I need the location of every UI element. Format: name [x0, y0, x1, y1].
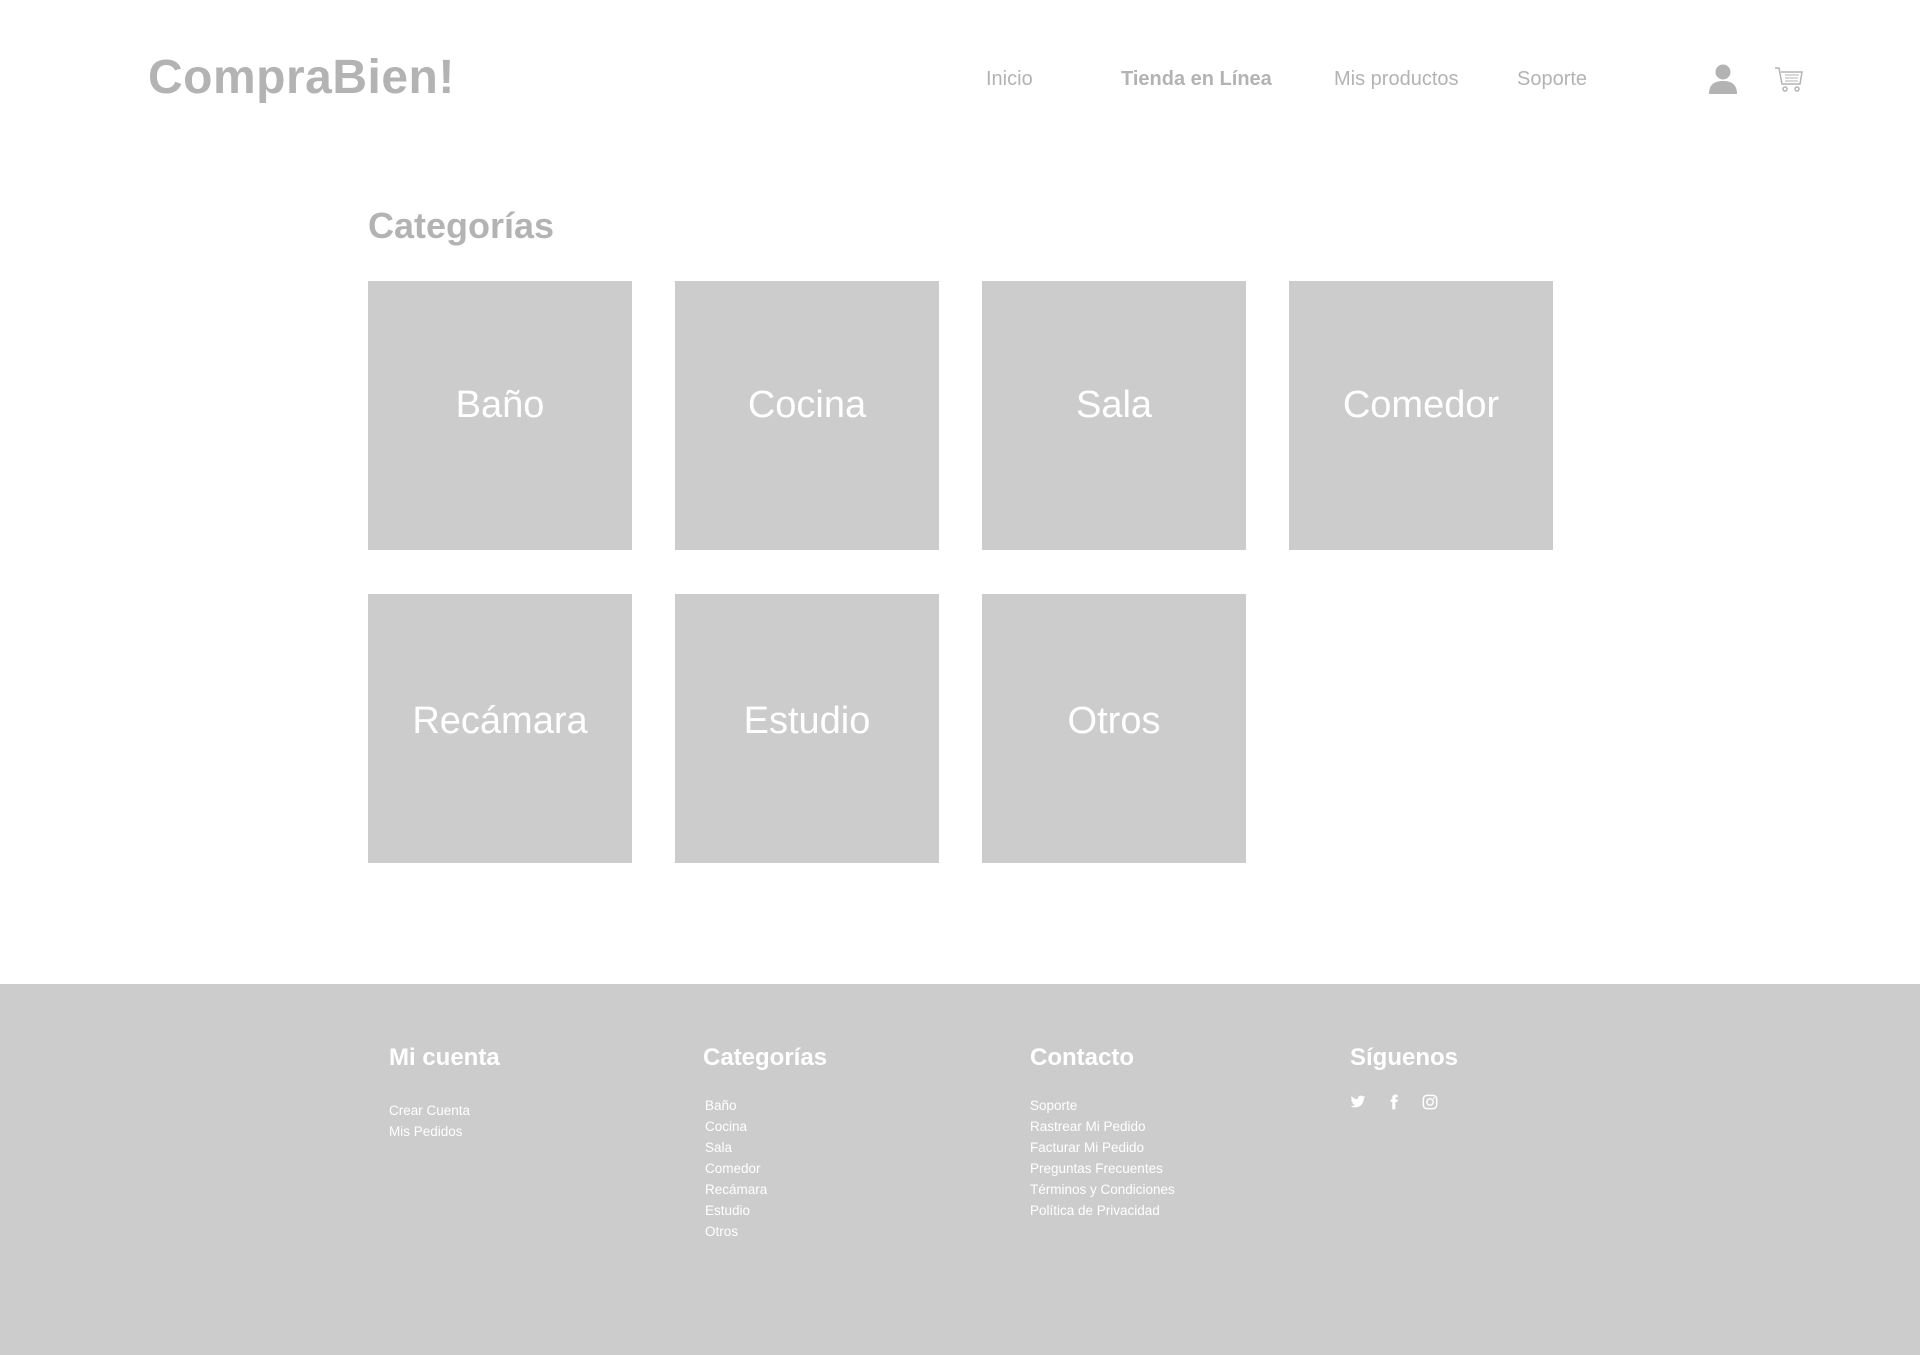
page: CompraBien! Inicio Tienda en Línea Mis p…	[0, 0, 1920, 1355]
footer-link-soporte[interactable]: Soporte	[1030, 1095, 1175, 1116]
category-label: Cocina	[747, 384, 867, 426]
instagram-icon[interactable]	[1422, 1094, 1438, 1110]
footer-contact: Contacto Soporte Rastrear Mi Pedido Fact…	[1030, 1044, 1175, 1221]
footer-link-recamara[interactable]: Recámara	[705, 1179, 827, 1200]
category-tile-bano[interactable]: Baño	[368, 281, 632, 550]
category-tile-otros[interactable]: Otros	[982, 594, 1246, 863]
social-icons	[1350, 1094, 1458, 1110]
footer-link-cocina[interactable]: Cocina	[705, 1116, 827, 1137]
category-label: Sala	[1075, 384, 1153, 426]
footer-link-bano[interactable]: Baño	[705, 1095, 827, 1116]
footer-heading-categories: Categorías	[703, 1044, 828, 1071]
logo[interactable]: CompraBien!	[148, 50, 455, 105]
page-title: Categorías	[368, 205, 555, 246]
category-tile-comedor[interactable]: Comedor	[1289, 281, 1553, 550]
category-label: Recámara	[412, 700, 588, 742]
category-label: Comedor	[1342, 384, 1500, 426]
footer-link-preguntas-frecuentes[interactable]: Preguntas Frecuentes	[1030, 1158, 1175, 1179]
footer-social: Síguenos	[1350, 1044, 1458, 1110]
category-tile-sala[interactable]: Sala	[982, 281, 1246, 550]
category-tile-estudio[interactable]: Estudio	[675, 594, 939, 863]
nav-soporte[interactable]: Soporte	[1517, 68, 1587, 91]
footer-link-comedor[interactable]: Comedor	[705, 1158, 827, 1179]
category-label: Otros	[1067, 700, 1161, 742]
footer-link-otros[interactable]: Otros	[705, 1221, 827, 1242]
category-label: Baño	[455, 384, 545, 426]
category-tile-cocina[interactable]: Cocina	[675, 281, 939, 550]
twitter-icon[interactable]	[1350, 1094, 1366, 1110]
nav-tienda-en-linea[interactable]: Tienda en Línea	[1121, 68, 1272, 91]
footer-heading-contact: Contacto	[1030, 1044, 1134, 1071]
footer-link-mis-pedidos[interactable]: Mis Pedidos	[389, 1121, 500, 1142]
footer-link-terminos[interactable]: Términos y Condiciones	[1030, 1179, 1175, 1200]
nav-inicio[interactable]: Inicio	[986, 68, 1033, 91]
footer: Mi cuenta Crear Cuenta Mis Pedidos Categ…	[0, 984, 1920, 1355]
footer-categories: Categorías Baño Cocina Sala Comedor Recá…	[703, 1044, 827, 1242]
footer-link-facturar-pedido[interactable]: Facturar Mi Pedido	[1030, 1137, 1175, 1158]
footer-link-privacidad[interactable]: Política de Privacidad	[1030, 1200, 1175, 1221]
nav-mis-productos[interactable]: Mis productos	[1334, 68, 1459, 91]
category-label: Estudio	[743, 700, 871, 742]
footer-link-rastrear-pedido[interactable]: Rastrear Mi Pedido	[1030, 1116, 1175, 1137]
footer-link-crear-cuenta[interactable]: Crear Cuenta	[389, 1100, 500, 1121]
footer-link-sala[interactable]: Sala	[705, 1137, 827, 1158]
user-icon[interactable]	[1707, 62, 1739, 96]
footer-heading-account: Mi cuenta	[389, 1044, 500, 1071]
footer-link-estudio[interactable]: Estudio	[705, 1200, 827, 1221]
category-tile-recamara[interactable]: Recámara	[368, 594, 632, 863]
footer-heading-social: Síguenos	[1350, 1044, 1459, 1071]
footer-account: Mi cuenta Crear Cuenta Mis Pedidos	[389, 1044, 500, 1142]
facebook-icon[interactable]	[1386, 1094, 1402, 1110]
cart-icon[interactable]	[1773, 62, 1805, 96]
